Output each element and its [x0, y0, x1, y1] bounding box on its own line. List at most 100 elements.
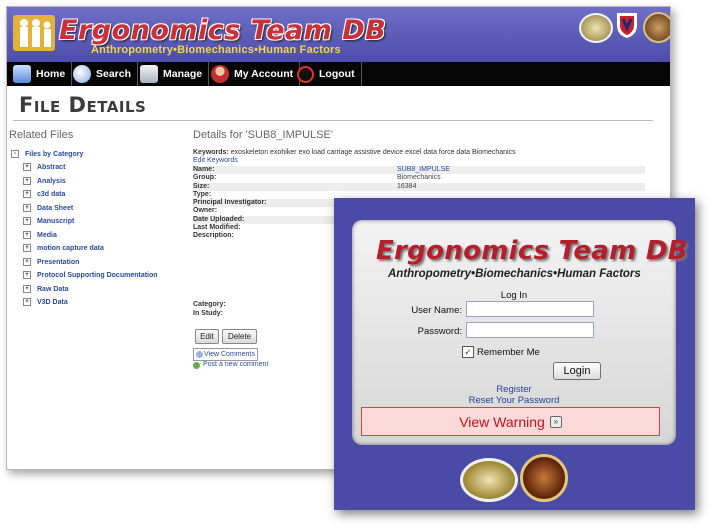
register-link[interactable]: Register: [352, 384, 676, 395]
agency-seal-icon: [579, 13, 613, 43]
tree-item[interactable]: + motion capture data: [23, 244, 104, 252]
related-files-title: Related Files: [9, 129, 74, 141]
post-comment-label: Post a new comment: [203, 361, 269, 368]
row-label: Description:: [193, 232, 234, 240]
expand-icon[interactable]: +: [23, 190, 31, 198]
tree-item[interactable]: + Abstract: [23, 163, 65, 171]
tree-item[interactable]: + Media: [23, 230, 57, 239]
tree-item-label: Media: [37, 231, 57, 239]
row-label: Size:: [193, 182, 210, 190]
username-input[interactable]: [466, 301, 594, 317]
study-label: In Study:: [193, 310, 223, 317]
table-row: Group: Biomechanics: [193, 174, 645, 182]
login-heading: Log In: [500, 290, 528, 301]
tree-item-label: Protocol Supporting Documentation: [37, 271, 158, 279]
row-value: 16384: [397, 182, 417, 190]
agency-seal-icon: [460, 458, 518, 502]
comments-icon: [196, 351, 203, 358]
expand-icon[interactable]: +: [23, 298, 31, 306]
expand-icon[interactable]: +: [23, 163, 31, 171]
table-row: Name: SUB8_IMPULSE: [193, 166, 645, 175]
expand-icon[interactable]: +: [23, 271, 31, 279]
nav-search[interactable]: Search: [73, 62, 139, 86]
search-icon: [73, 65, 91, 83]
nav-my-account-label: My Account: [234, 68, 294, 80]
tree-item-label: Abstract: [37, 163, 66, 171]
double-chevron-down-icon: »: [549, 415, 562, 428]
main-nav: Home Search Manage My Account Logout: [7, 62, 670, 86]
view-warning-button[interactable]: View Warning »: [361, 407, 660, 436]
post-comment-link[interactable]: Post a new comment: [193, 361, 269, 369]
expand-icon[interactable]: +: [23, 203, 31, 212]
tree-item[interactable]: + Presentation: [23, 257, 79, 266]
edit-keywords-link[interactable]: Edit Keywords: [193, 157, 238, 164]
tree-item-label: Raw Data: [37, 285, 69, 293]
army-seal-icon: [643, 12, 670, 43]
tree-item[interactable]: + Manuscript: [23, 217, 74, 225]
row-value: Biomechanics: [397, 174, 441, 182]
nav-search-label: Search: [96, 68, 132, 80]
tree-item[interactable]: + c3d data: [23, 190, 65, 198]
tree-item[interactable]: + Protocol Supporting Documentation: [23, 271, 158, 279]
password-input[interactable]: [466, 322, 594, 338]
account-icon: [211, 65, 229, 83]
expand-icon[interactable]: +: [23, 176, 31, 185]
row-label: Owner:: [193, 207, 218, 215]
add-comment-icon: [193, 362, 200, 369]
row-label: Last Modified:: [193, 224, 241, 232]
tree-item[interactable]: + Raw Data: [23, 284, 69, 293]
expand-icon[interactable]: +: [23, 217, 31, 225]
details-title: Details for 'SUB8_IMPULSE': [193, 129, 333, 141]
people-logo-icon: [13, 15, 55, 51]
nav-logout[interactable]: Logout: [297, 62, 362, 86]
banner-title: Ergonomics Team DB: [59, 15, 387, 46]
row-label: Principal Investigator:: [193, 199, 267, 207]
category-label: Category:: [193, 301, 226, 308]
login-window: Ergonomics Team DB Anthropometry•Biomech…: [334, 198, 695, 510]
username-label: User Name:: [411, 305, 462, 316]
expand-icon[interactable]: +: [23, 244, 31, 252]
delete-button[interactable]: Delete: [222, 329, 257, 344]
reset-password-link[interactable]: Reset Your Password: [352, 395, 676, 406]
expand-icon[interactable]: +: [23, 257, 31, 266]
logout-icon: [297, 65, 314, 83]
nav-home[interactable]: Home: [13, 62, 73, 86]
nav-my-account[interactable]: My Account: [211, 62, 301, 86]
collapse-icon[interactable]: -: [11, 150, 19, 158]
tree-item[interactable]: + Analysis: [23, 176, 66, 185]
remember-me-label: Remember Me: [477, 347, 540, 358]
table-row: Size: 16384: [193, 182, 645, 191]
keywords-label: Keywords:: [193, 149, 229, 156]
tree-item[interactable]: + Data Sheet: [23, 203, 74, 212]
nav-manage-label: Manage: [163, 68, 203, 80]
tree-item-label: V3D Data: [37, 298, 68, 306]
row-label: Type:: [193, 190, 212, 198]
remember-me-checkbox[interactable]: ✓: [462, 346, 474, 358]
tree-item-label: Analysis: [37, 177, 66, 185]
title-divider: [13, 120, 653, 121]
row-label: Name:: [193, 166, 215, 173]
keywords-line: Keywords: exoskeleton exohiker exo load …: [193, 149, 663, 156]
manage-icon: [140, 65, 158, 83]
nav-manage[interactable]: Manage: [140, 62, 210, 86]
tree-item-label: Data Sheet: [37, 204, 74, 212]
login-button[interactable]: Login: [553, 362, 601, 380]
view-comments-label: View Comments: [204, 351, 255, 358]
nav-home-label: Home: [36, 68, 66, 80]
site-banner: Ergonomics Team DB Anthropometry•Biomech…: [7, 7, 670, 62]
view-comments-link[interactable]: View Comments: [193, 348, 258, 361]
home-icon: [13, 65, 31, 83]
page-title: File Details: [19, 93, 147, 117]
tree-root[interactable]: - Files by Category: [11, 150, 83, 158]
nav-logout-label: Logout: [319, 68, 355, 80]
login-subtitle: Anthropometry•Biomechanics•Human Factors: [388, 268, 641, 280]
army-seal-icon: [520, 454, 568, 502]
edit-button[interactable]: Edit: [195, 329, 219, 344]
row-value[interactable]: SUB8_IMPULSE: [397, 166, 450, 173]
tree-root-label: Files by Category: [25, 150, 84, 158]
expand-icon[interactable]: +: [23, 230, 31, 239]
password-label: Password:: [417, 326, 462, 337]
expand-icon[interactable]: +: [23, 284, 31, 293]
view-warning-label: View Warning: [459, 413, 545, 430]
tree-item[interactable]: + V3D Data: [23, 298, 68, 306]
